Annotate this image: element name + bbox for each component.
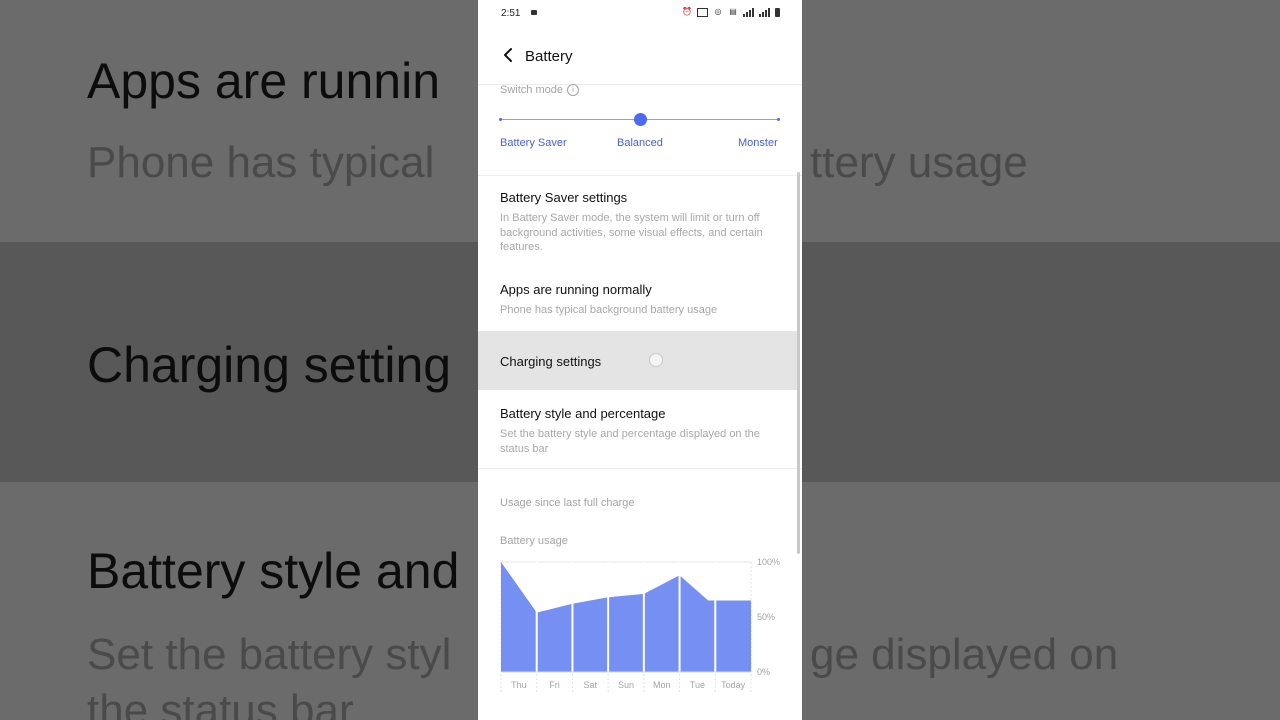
background-title: Apps are runnin bbox=[87, 53, 441, 109]
x-tick-label: Today bbox=[721, 680, 746, 690]
x-tick-label: Tue bbox=[690, 680, 705, 690]
x-tick-label: Sat bbox=[584, 680, 598, 690]
background-subtitle: Phone has typical bbox=[87, 138, 435, 187]
background-subtitle: Set the battery styl bbox=[87, 630, 452, 679]
background-title: Battery style and bbox=[87, 543, 460, 599]
x-tick-label: Mon bbox=[653, 680, 671, 690]
x-tick-label: Sun bbox=[618, 680, 634, 690]
x-tick-label: Thu bbox=[511, 680, 527, 690]
background-subtitle: the status bar bbox=[87, 686, 354, 720]
background-subtitle: ge displayed on bbox=[810, 630, 1119, 679]
y-tick-label: 50% bbox=[757, 612, 775, 622]
y-tick-label: 0% bbox=[757, 667, 770, 677]
phone-screen: 2:51 ⏰ ◎ ▤ Battery Switch mode i Battery… bbox=[478, 0, 802, 720]
battery-usage-chart: 100% 50% 0% Thu Fri Sat Sun Mon Tue Today bbox=[500, 557, 780, 694]
background-title: Charging setting bbox=[87, 337, 452, 393]
scrollbar[interactable] bbox=[797, 172, 800, 554]
usage-area bbox=[501, 562, 751, 672]
background-subtitle: ttery usage bbox=[810, 138, 1028, 187]
y-tick-label: 100% bbox=[757, 557, 780, 567]
x-tick-label: Fri bbox=[549, 680, 560, 690]
